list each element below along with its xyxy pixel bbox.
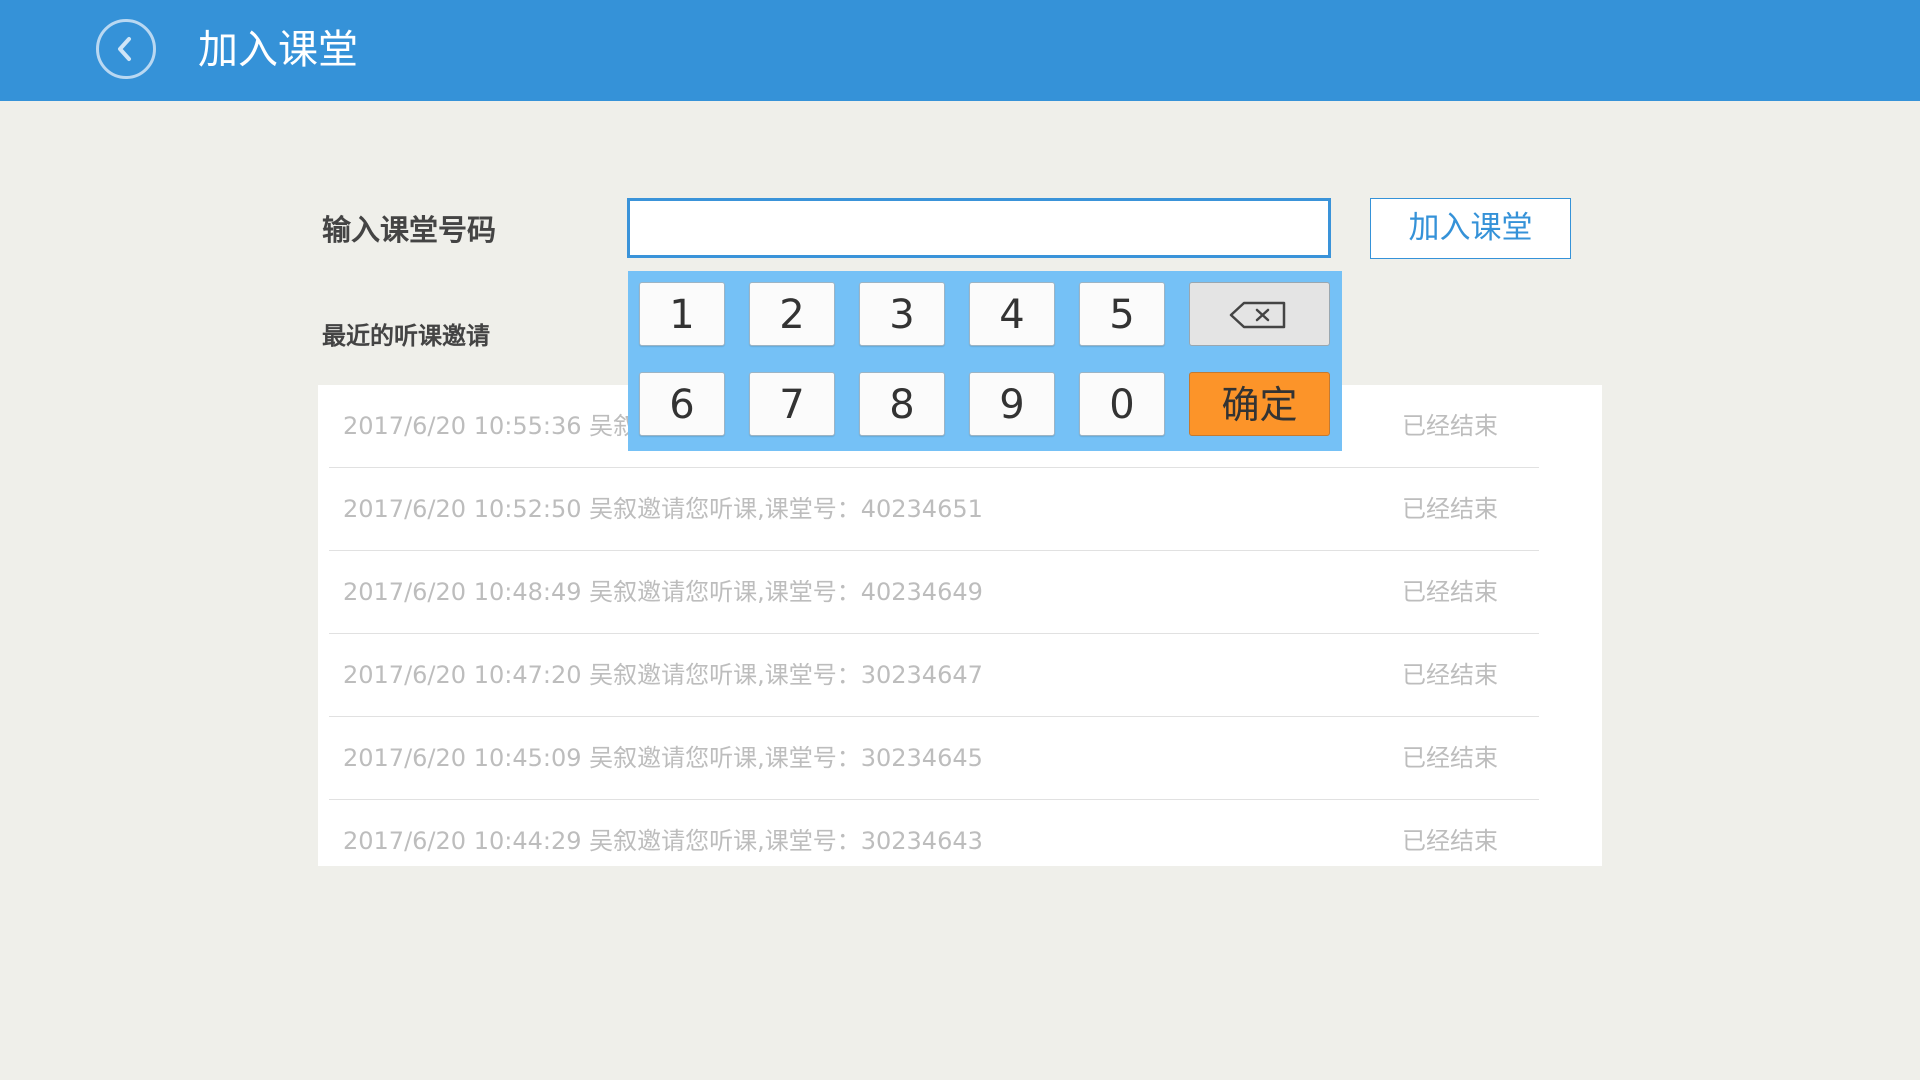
header-bar: 加入课堂 bbox=[0, 0, 1920, 101]
invitation-status: 已经结束 bbox=[1402, 495, 1498, 523]
invitation-status: 已经结束 bbox=[1402, 412, 1498, 440]
numeric-keypad: 1 2 3 4 5 6 7 8 9 0 确定 bbox=[628, 271, 1342, 451]
invitation-status: 已经结束 bbox=[1402, 827, 1498, 855]
page-title: 加入课堂 bbox=[198, 27, 358, 73]
back-button[interactable] bbox=[96, 19, 156, 79]
join-class-page: 加入课堂 输入课堂号码 加入课堂 最近的听课邀请 2017/6/20 10:55… bbox=[0, 0, 1920, 1080]
class-number-input[interactable] bbox=[627, 198, 1331, 258]
backspace-button[interactable] bbox=[1189, 282, 1330, 346]
key-1[interactable]: 1 bbox=[639, 282, 725, 346]
invitation-status: 已经结束 bbox=[1402, 661, 1498, 689]
invitation-text: 2017/6/20 10:45:09 吴叙邀请您听课,课堂号：30234645 bbox=[343, 744, 983, 772]
key-0[interactable]: 0 bbox=[1079, 372, 1165, 436]
invitation-status: 已经结束 bbox=[1402, 578, 1498, 606]
class-number-label: 输入课堂号码 bbox=[322, 213, 497, 247]
invitation-status: 已经结束 bbox=[1402, 744, 1498, 772]
back-arrow-circle-icon bbox=[118, 37, 131, 61]
recent-invitations-title: 最近的听课邀请 bbox=[322, 322, 490, 350]
key-5[interactable]: 5 bbox=[1079, 282, 1165, 346]
key-7[interactable]: 7 bbox=[749, 372, 835, 436]
invitation-text: 2017/6/20 10:47:20 吴叙邀请您听课,课堂号：30234647 bbox=[343, 661, 983, 689]
key-8[interactable]: 8 bbox=[859, 372, 945, 436]
list-item[interactable]: 2017/6/20 10:47:20 吴叙邀请您听课,课堂号：30234647 … bbox=[329, 634, 1539, 717]
invitation-text: 2017/6/20 10:48:49 吴叙邀请您听课,课堂号：40234649 bbox=[343, 578, 983, 606]
list-item[interactable]: 2017/6/20 10:48:49 吴叙邀请您听课,课堂号：40234649 … bbox=[329, 551, 1539, 634]
backspace-icon bbox=[1229, 301, 1286, 329]
list-item[interactable]: 2017/6/20 10:52:50 吴叙邀请您听课,课堂号：40234651 … bbox=[329, 468, 1539, 551]
invitation-text: 2017/6/20 10:44:29 吴叙邀请您听课,课堂号：30234643 bbox=[343, 827, 983, 855]
key-2[interactable]: 2 bbox=[749, 282, 835, 346]
confirm-button[interactable]: 确定 bbox=[1189, 372, 1330, 436]
key-6[interactable]: 6 bbox=[639, 372, 725, 436]
join-class-button[interactable]: 加入课堂 bbox=[1370, 198, 1571, 259]
key-4[interactable]: 4 bbox=[969, 282, 1055, 346]
key-3[interactable]: 3 bbox=[859, 282, 945, 346]
list-item[interactable]: 2017/6/20 10:44:29 吴叙邀请您听课,课堂号：30234643 … bbox=[329, 800, 1539, 866]
invitation-text: 2017/6/20 10:52:50 吴叙邀请您听课,课堂号：40234651 bbox=[343, 495, 983, 523]
key-9[interactable]: 9 bbox=[969, 372, 1055, 436]
list-item[interactable]: 2017/6/20 10:45:09 吴叙邀请您听课,课堂号：30234645 … bbox=[329, 717, 1539, 800]
invitation-list: 2017/6/20 10:55:36 吴叙邀请您听课,课堂号：40234653 … bbox=[318, 385, 1602, 866]
